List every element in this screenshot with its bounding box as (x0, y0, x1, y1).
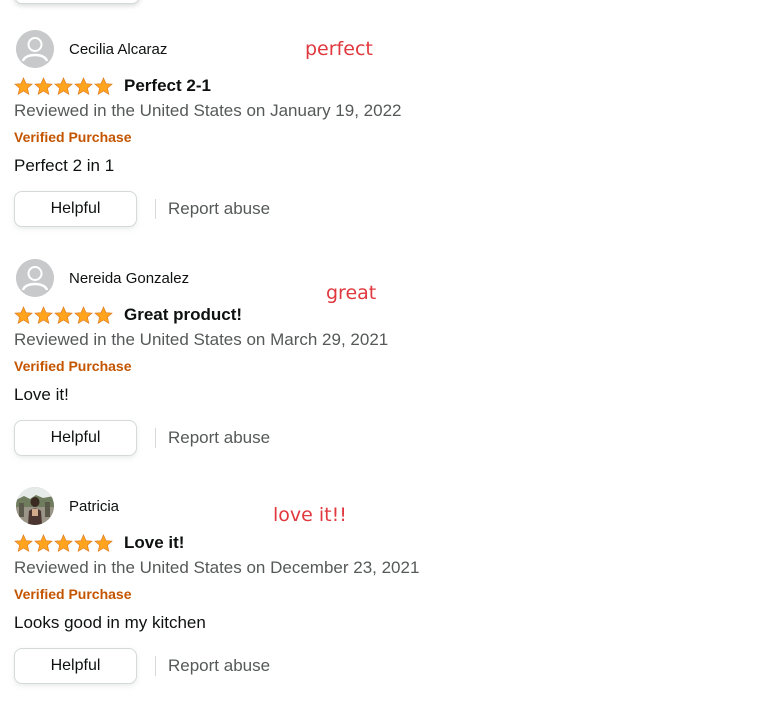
reviewer-profile[interactable]: Nereida Gonzalez (16, 259, 189, 297)
review-body: Looks good in my kitchen (14, 613, 206, 632)
reviewer-name: Nereida Gonzalez (69, 269, 190, 287)
review-title[interactable]: Perfect 2-1 (124, 76, 211, 96)
report-abuse-link[interactable]: Report abuse (168, 199, 270, 219)
verified-purchase-badge: Verified Purchase (14, 358, 132, 374)
handwritten-annotation: love it!! (273, 504, 347, 526)
star-icon (14, 533, 33, 552)
helpful-button[interactable]: Helpful (14, 420, 137, 456)
review-date: Reviewed in the United States on Decembe… (14, 558, 420, 577)
verified-purchase-badge: Verified Purchase (14, 586, 132, 602)
previous-helpful-button[interactable] (14, 0, 140, 4)
reviewer-profile[interactable]: Cecilia Alcaraz (16, 30, 167, 68)
photo-avatar (16, 487, 54, 525)
default-avatar (16, 259, 54, 297)
star-icon (54, 305, 73, 324)
star-icon (74, 305, 93, 324)
star-icon (34, 533, 53, 552)
star-icon (94, 533, 113, 552)
star-rating[interactable] (14, 533, 113, 553)
star-icon (94, 76, 113, 95)
review-title[interactable]: Love it! (124, 533, 184, 553)
divider (155, 656, 156, 676)
star-icon (14, 305, 33, 324)
review-date: Reviewed in the United States on January… (14, 101, 402, 120)
star-icon (74, 533, 93, 552)
handwritten-annotation: great (326, 282, 377, 304)
report-abuse-link[interactable]: Report abuse (168, 428, 270, 448)
review-body: Perfect 2 in 1 (14, 156, 115, 175)
review-date: Reviewed in the United States on March 2… (14, 330, 389, 349)
star-rating[interactable] (14, 305, 113, 325)
verified-purchase-badge: Verified Purchase (14, 129, 132, 145)
helpful-button[interactable]: Helpful (14, 648, 137, 684)
reviewer-name: Cecilia Alcaraz (69, 40, 168, 58)
star-rating[interactable] (14, 76, 113, 96)
review-title[interactable]: Great product! (124, 305, 242, 325)
report-abuse-link[interactable]: Report abuse (168, 656, 270, 676)
star-icon (74, 76, 93, 95)
reviewer-profile[interactable]: Patricia (16, 487, 119, 525)
star-icon (34, 305, 53, 324)
divider (155, 428, 156, 448)
reviewer-name: Patricia (69, 497, 120, 515)
star-icon (94, 305, 113, 324)
helpful-button[interactable]: Helpful (14, 191, 137, 227)
default-avatar (16, 30, 54, 68)
star-icon (54, 533, 73, 552)
star-icon (54, 76, 73, 95)
star-icon (34, 76, 53, 95)
handwritten-annotation: perfect (305, 38, 373, 60)
divider (155, 199, 156, 219)
review-body: Love it! (14, 385, 69, 404)
star-icon (14, 76, 33, 95)
